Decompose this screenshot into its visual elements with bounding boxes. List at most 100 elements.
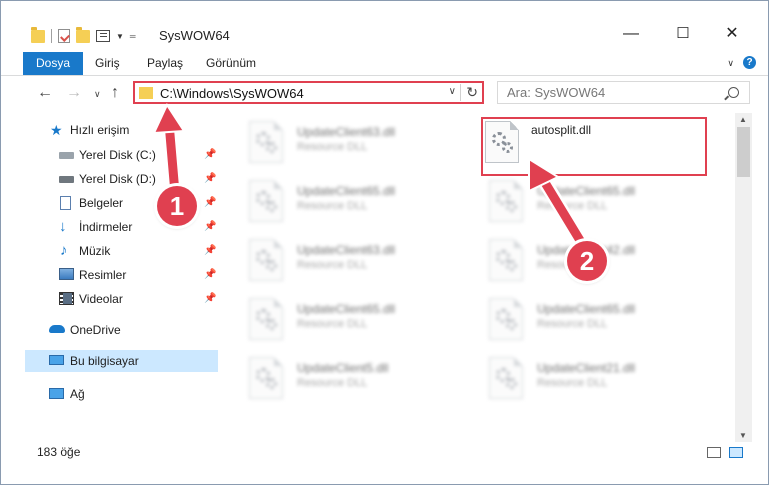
- details-view-icon[interactable]: [707, 447, 721, 458]
- pin-icon[interactable]: 📌: [204, 144, 216, 166]
- dll-file-icon: [249, 298, 283, 340]
- scrollbar-thumb[interactable]: [737, 127, 750, 177]
- list-item[interactable]: UpdateClient21.dll Resource DLL: [479, 353, 709, 403]
- chevron-down-icon[interactable]: ▼: [116, 32, 124, 41]
- file-type: Resource DLL: [537, 200, 608, 212]
- sidebar-item-label: Ağ: [70, 387, 85, 401]
- sidebar-item-this-pc[interactable]: Bu bilgisayar: [25, 350, 218, 372]
- help-icon[interactable]: ?: [743, 56, 756, 69]
- file-type: Resource DLL: [297, 141, 368, 153]
- sidebar-item-label: Yerel Disk (C:): [79, 148, 156, 162]
- drive-icon: [59, 152, 74, 159]
- maximize-button[interactable]: ☐: [660, 19, 706, 49]
- cloud-icon: [49, 325, 65, 333]
- list-item[interactable]: UpdateClient63.dll Resource DLL: [239, 117, 469, 167]
- dll-file-icon: [249, 180, 283, 222]
- dll-file-icon: [489, 298, 523, 340]
- up-button[interactable]: ↑: [111, 84, 119, 102]
- pin-icon[interactable]: 📌: [204, 192, 216, 214]
- properties-check-icon[interactable]: [58, 29, 70, 43]
- drive-icon: [59, 176, 74, 183]
- pin-icon[interactable]: 📌: [204, 168, 216, 190]
- customize-toolbar-icon[interactable]: [96, 30, 110, 42]
- search-input[interactable]: [497, 81, 750, 104]
- list-item[interactable]: UpdateClient65.dll Resource DLL: [239, 294, 469, 344]
- sidebar-item-pictures[interactable]: Resimler 📌: [1, 264, 218, 286]
- music-icon: ♪: [60, 242, 68, 259]
- pin-icon[interactable]: 📌: [204, 240, 216, 262]
- tab-home[interactable]: Giriş: [95, 52, 120, 75]
- vertical-scrollbar[interactable]: ▲ ▼: [735, 113, 752, 442]
- list-item[interactable]: UpdateClient65.dll Resource DLL: [239, 176, 469, 226]
- dll-file-icon: [249, 121, 283, 163]
- address-bar[interactable]: C:\Windows\SysWOW64 ∨ ↻: [133, 81, 484, 104]
- recent-locations-chevron-icon[interactable]: ∨: [94, 89, 101, 100]
- navigation-pane: ★ Hızlı erişim Yerel Disk (C:) 📌 Yerel D…: [1, 113, 218, 429]
- scroll-up-icon[interactable]: ▲: [739, 115, 747, 124]
- back-button[interactable]: ←: [37, 84, 53, 102]
- tab-view[interactable]: Görünüm: [206, 52, 256, 75]
- search-icon[interactable]: [728, 87, 739, 98]
- sidebar-item-label: Resimler: [79, 268, 127, 282]
- toolbar-dropdown-icon[interactable]: ═: [130, 32, 136, 41]
- file-name: UpdateClient65.dll: [537, 184, 636, 198]
- sidebar-item-label: OneDrive: [70, 323, 121, 337]
- file-type: Resource DLL: [297, 200, 368, 212]
- address-dropdown-icon[interactable]: ∨: [449, 86, 456, 97]
- new-folder-icon[interactable]: [76, 26, 90, 43]
- pictures-icon: [59, 268, 74, 280]
- refresh-icon[interactable]: ↻: [466, 84, 478, 101]
- pin-icon[interactable]: 📌: [204, 288, 216, 310]
- sidebar-item-label: Hızlı erişim: [70, 123, 130, 137]
- tab-file[interactable]: Dosya: [23, 52, 83, 75]
- documents-icon: [60, 196, 71, 210]
- address-path[interactable]: C:\Windows\SysWOW64: [160, 86, 304, 101]
- step-one-badge: 1: [157, 186, 197, 226]
- file-name: UpdateClient63.dll: [297, 125, 396, 139]
- sidebar-item-music[interactable]: ♪ Müzik 📌: [1, 240, 218, 262]
- status-bar: 183 öğe: [1, 442, 768, 464]
- pin-icon[interactable]: 📌: [204, 264, 216, 286]
- computer-icon: [49, 355, 64, 365]
- file-type: Resource DLL: [297, 318, 368, 330]
- sidebar-item-local-disk-d[interactable]: Yerel Disk (D:) 📌: [1, 168, 218, 190]
- toolbar-separator: [51, 29, 52, 43]
- file-type: Resource DLL: [297, 377, 368, 389]
- sidebar-item-videos[interactable]: Videolar 📌: [1, 288, 218, 310]
- pin-icon[interactable]: 📌: [204, 216, 216, 238]
- list-item[interactable]: UpdateClient65.dll Resource DLL: [479, 294, 709, 344]
- minimize-button[interactable]: —: [608, 19, 654, 49]
- expand-ribbon-icon[interactable]: ∨: [727, 58, 734, 69]
- tab-share[interactable]: Paylaş: [147, 52, 183, 75]
- sidebar-item-label: Belgeler: [79, 196, 124, 210]
- file-name: UpdateClient63.dll: [297, 243, 396, 257]
- scroll-down-icon[interactable]: ▼: [739, 431, 747, 440]
- folder-icon: [31, 26, 45, 43]
- dll-file-icon: [489, 239, 523, 281]
- window-title: SysWOW64: [159, 28, 230, 43]
- step-two-badge: 2: [567, 241, 607, 281]
- sidebar-item-label: Yerel Disk (D:): [79, 172, 156, 186]
- sidebar-item-network[interactable]: Ağ: [1, 383, 218, 405]
- dll-file-icon: [249, 239, 283, 281]
- file-name: UpdateClient65.dll: [297, 302, 396, 316]
- dll-file-icon: [249, 357, 283, 399]
- sidebar-item-label: Müzik: [79, 244, 111, 258]
- highlight-box: [481, 117, 707, 176]
- list-item[interactable]: UpdateClient5.dll Resource DLL: [239, 353, 469, 403]
- downloads-icon: ↓: [59, 218, 67, 235]
- navigation-bar: ← → ∨ ↑ C:\Windows\SysWOW64 ∨ ↻: [1, 76, 768, 111]
- file-explorer-window: ▼ ═ SysWOW64 — ☐ ✕ Dosya Giriş Paylaş Gö…: [0, 0, 769, 485]
- close-button[interactable]: ✕: [709, 19, 755, 49]
- file-name: UpdateClient65.dll: [297, 184, 396, 198]
- sidebar-item-local-disk-c[interactable]: Yerel Disk (C:) 📌: [1, 144, 218, 166]
- large-icons-view-icon[interactable]: [729, 447, 743, 458]
- file-name: UpdateClient65.dll: [537, 302, 636, 316]
- forward-button[interactable]: →: [66, 84, 82, 102]
- list-item[interactable]: UpdateClient63.dll Resource DLL: [239, 235, 469, 285]
- sidebar-item-onedrive[interactable]: OneDrive: [1, 319, 218, 341]
- sidebar-item-label: Videolar: [79, 292, 123, 306]
- sidebar-item-quick-access[interactable]: ★ Hızlı erişim: [1, 119, 218, 141]
- list-item[interactable]: UpdateClient65.dll Resource DLL: [479, 176, 709, 226]
- dll-file-icon: [489, 180, 523, 222]
